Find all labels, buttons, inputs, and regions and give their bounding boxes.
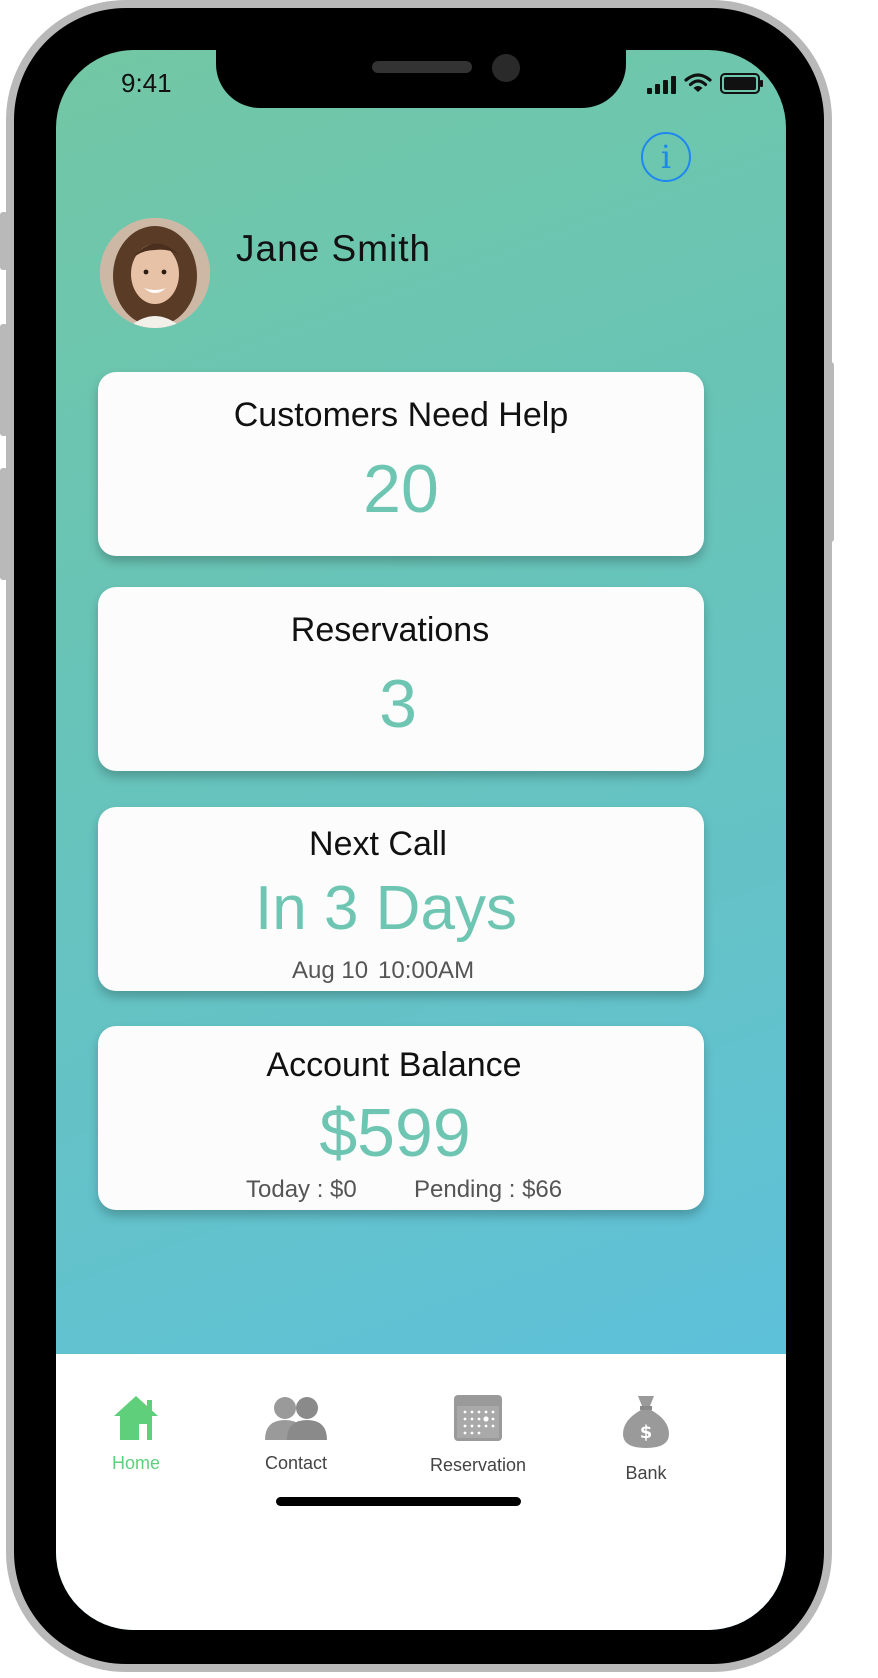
tab-home-label: Home [111, 1453, 160, 1473]
wifi-icon [684, 73, 712, 92]
reservations-count: 3 [379, 666, 417, 742]
user-name: Jane Smith [236, 228, 432, 269]
tab-contact[interactable]: Contact [226, 1394, 366, 1474]
speaker-grille [372, 61, 472, 73]
next-call-card[interactable]: Next Call In 3 Days Aug 10 10:00AM [98, 807, 704, 991]
tab-reservation[interactable]: Reservation [408, 1394, 548, 1476]
app-screen: 9:41 i Jane Smith Customers Need Help 20 [56, 50, 786, 1630]
customers-need-help-card[interactable]: Customers Need Help 20 [98, 372, 704, 556]
status-time: 9:41 [121, 68, 172, 98]
signal-icon [647, 74, 676, 94]
reservations-card[interactable]: Reservations 3 [98, 587, 704, 771]
account-balance-amount: $599 [319, 1095, 471, 1171]
home-icon [114, 1396, 158, 1440]
volume-down-button [0, 468, 8, 580]
tab-bank-label: Bank [625, 1463, 667, 1483]
info-icon[interactable]: i [641, 132, 691, 182]
front-camera [492, 54, 520, 82]
card-title: Reservations [290, 611, 490, 649]
tab-reservation-label: Reservation [429, 1455, 527, 1475]
tab-home[interactable]: Home [66, 1394, 206, 1474]
balance-today: Today : $0 [246, 1176, 357, 1203]
next-call-countdown: In 3 Days [255, 874, 517, 943]
customers-need-help-count: 20 [363, 451, 439, 527]
card-title: Customers Need Help [233, 396, 569, 434]
money-bag-icon: $ [623, 1396, 669, 1448]
volume-up-button [0, 324, 8, 436]
next-call-date: Aug 10 [292, 957, 369, 984]
contacts-icon [265, 1397, 327, 1440]
tab-contact-label: Contact [264, 1453, 328, 1473]
next-call-time: 10:00AM [378, 957, 475, 984]
battery-icon [720, 73, 763, 94]
bottom-tab-bar: Home Contact Reservation $ Bank [56, 1354, 786, 1630]
balance-pending: Pending : $66 [414, 1176, 563, 1203]
notch [216, 50, 626, 108]
tab-bank[interactable]: $ Bank [576, 1394, 716, 1484]
status-icons [647, 70, 763, 94]
card-title: Account Balance [266, 1046, 522, 1084]
avatar[interactable] [100, 218, 210, 328]
svg-text:$: $ [640, 1422, 653, 1443]
account-balance-card[interactable]: Account Balance $599 Today : $0 Pending … [98, 1026, 704, 1210]
calendar-icon [454, 1395, 502, 1441]
mute-switch [0, 212, 8, 270]
home-indicator [276, 1497, 521, 1506]
card-title: Next Call [309, 825, 447, 863]
power-button [826, 362, 834, 542]
